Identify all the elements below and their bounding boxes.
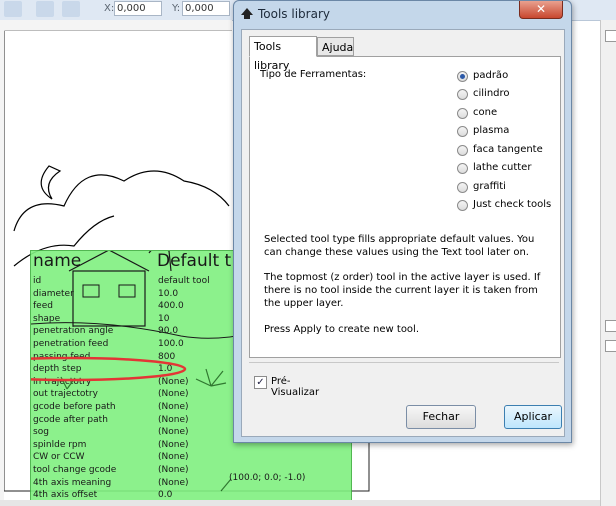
rotate-icon[interactable] bbox=[62, 1, 80, 17]
preview-checkbox[interactable]: ✓ bbox=[254, 376, 267, 389]
y-input[interactable]: 0,000 bbox=[182, 1, 230, 16]
plant-icon bbox=[195, 368, 227, 387]
radio-button[interactable] bbox=[457, 108, 468, 119]
info-text-2: The topmost (z order) tool in the active… bbox=[264, 272, 541, 309]
radio-label: faca tangente bbox=[473, 144, 543, 155]
info-text-3: Press Apply to create new tool. bbox=[264, 324, 420, 335]
separator bbox=[249, 362, 559, 363]
radio-button[interactable] bbox=[457, 126, 468, 137]
radio-button[interactable] bbox=[457, 71, 468, 82]
dock-button-icon[interactable] bbox=[605, 30, 616, 42]
top-ruler bbox=[0, 20, 232, 31]
tab-ajuda[interactable]: Ajuda bbox=[317, 37, 354, 56]
x-input[interactable]: 0,000 bbox=[114, 1, 162, 16]
radio-label: cilindro bbox=[473, 88, 510, 99]
house-roof bbox=[68, 251, 150, 272]
radio-button[interactable] bbox=[457, 200, 468, 211]
radio-button[interactable] bbox=[457, 163, 468, 174]
palm-tree bbox=[148, 251, 172, 272]
house-walls bbox=[72, 270, 146, 327]
radio-label: Just check tools bbox=[473, 199, 552, 210]
coordinate-note: (100.0; 0.0; -1.0) bbox=[229, 473, 306, 483]
close-icon[interactable]: ✕ bbox=[519, 1, 563, 19]
radio-button[interactable] bbox=[457, 89, 468, 100]
radio-label: graffiti bbox=[473, 181, 506, 192]
radio-label: lathe cutter bbox=[473, 162, 532, 173]
radio-label: padrão bbox=[473, 70, 509, 81]
radio-label: plasma bbox=[473, 125, 510, 136]
info-text-1: Selected tool type fills appropriate def… bbox=[264, 234, 535, 258]
hill-outline bbox=[13, 170, 230, 232]
tab-tools-library[interactable]: Tools library bbox=[249, 36, 317, 72]
dock-button-icon[interactable] bbox=[605, 340, 616, 352]
inkscape-icon bbox=[241, 8, 253, 19]
x-label: X: bbox=[104, 3, 115, 14]
tools-library-page: Tipo de Ferramentas: padrão cilindro con… bbox=[249, 56, 561, 358]
horizontal-scrollbar[interactable] bbox=[0, 500, 600, 506]
node-tool-icon[interactable] bbox=[4, 1, 22, 17]
y-label: Y: bbox=[172, 3, 181, 14]
preview-label: Pré-Visualizar bbox=[271, 376, 320, 398]
radio-button[interactable] bbox=[457, 182, 468, 193]
house-window-left bbox=[82, 284, 100, 298]
fechar-button[interactable]: Fechar bbox=[406, 405, 476, 429]
dock-button-icon[interactable] bbox=[605, 320, 616, 332]
radio-button[interactable] bbox=[457, 145, 468, 156]
tools-library-dialog: Tools library ✕ Tools library Ajuda Tipo… bbox=[233, 0, 572, 443]
dialog-client-area: Tools library Ajuda Tipo de Ferramentas:… bbox=[241, 29, 565, 437]
radio-label: cone bbox=[473, 107, 498, 118]
transform-icon[interactable] bbox=[36, 1, 54, 17]
right-dock-panel bbox=[600, 20, 616, 506]
depth-step-highlight bbox=[31, 356, 187, 382]
aplicar-button[interactable]: Aplicar bbox=[504, 405, 562, 429]
house-window-right bbox=[118, 284, 136, 298]
moon-icon bbox=[40, 165, 62, 200]
dialog-title: Tools library bbox=[258, 7, 330, 21]
